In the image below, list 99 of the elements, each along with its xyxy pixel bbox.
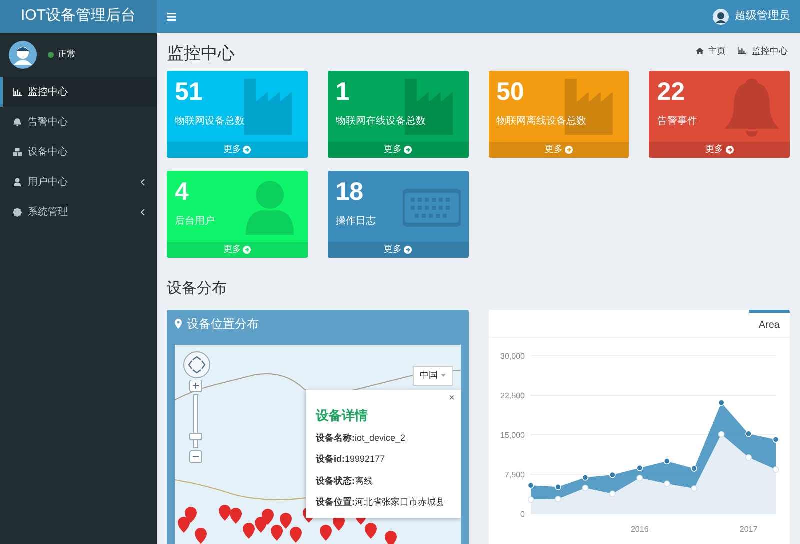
arrow-circle-icon [564, 146, 573, 154]
map-marker-icon[interactable] [365, 523, 377, 539]
stat-value: 22 [657, 80, 686, 105]
close-button[interactable]: × [449, 394, 455, 404]
user-name[interactable]: 超级管理员 [735, 8, 790, 25]
data-point [582, 485, 588, 492]
data-point [663, 458, 670, 465]
popup-title: 设备详情 [316, 407, 369, 425]
app-logo[interactable]: IOT设备管理后台 [0, 0, 157, 33]
sidebar-item[interactable]: 设备中心 [0, 137, 157, 167]
data-point [690, 466, 698, 472]
map-marker-icon[interactable] [219, 505, 231, 521]
arrow-circle-icon [404, 146, 412, 154]
bar-chart-icon [738, 47, 746, 56]
data-point [772, 466, 779, 473]
arrow-circle-icon [243, 146, 252, 154]
location-pin-icon [175, 318, 182, 328]
y-tick-label: 7,500 [504, 470, 524, 480]
stat-label: 物联网在线设备总数 [336, 114, 427, 129]
map-marker-icon[interactable] [290, 527, 302, 543]
data-point [745, 454, 752, 461]
data-point [527, 496, 534, 503]
caret-icon [441, 374, 446, 378]
map-marker-icon[interactable] [271, 525, 283, 541]
cubes-icon [13, 148, 22, 156]
stat-value: 18 [336, 180, 365, 205]
panel-title: 设备位置分布 [187, 316, 259, 332]
map-marker-icon[interactable] [255, 517, 267, 533]
map-marker-icon[interactable] [243, 523, 255, 539]
y-tick-label: 0 [520, 510, 524, 519]
breadcrumb-link[interactable]: 监控中心 [752, 44, 788, 58]
popup-detail-line: 设备id:19992177 [316, 453, 386, 466]
popup-detail-line: 设备名称:iot_device_2 [316, 432, 407, 445]
y-tick-label: 22,500 [500, 392, 524, 400]
x-tick-label: 2017 [739, 525, 758, 534]
page-title: 监控中心 [167, 45, 235, 62]
stat-value: 4 [175, 180, 190, 205]
bell-icon [13, 118, 22, 126]
arrow-circle-icon [404, 246, 412, 254]
home-icon [696, 47, 704, 56]
map-marker-icon[interactable] [185, 507, 197, 523]
map-marker-icon[interactable] [280, 513, 292, 529]
data-point [554, 496, 561, 502]
gear-icon [13, 208, 22, 216]
section-title: 设备分布 [167, 279, 228, 299]
data-point [772, 436, 779, 443]
zoom-out-button[interactable] [190, 450, 202, 464]
data-point [718, 400, 724, 406]
map-marker-icon[interactable] [195, 528, 207, 544]
arrow-circle-icon [243, 246, 252, 254]
data-point [636, 464, 643, 472]
data-point [636, 474, 643, 482]
data-point [582, 474, 588, 481]
y-tick-label: 30,000 [500, 352, 524, 361]
arrow-circle-icon [726, 146, 734, 154]
data-point [527, 482, 534, 489]
user-status: 正常 [58, 48, 76, 62]
region-dropdown[interactable]: 中国 [413, 366, 453, 386]
sidebar-item[interactable]: 告警中心 [0, 107, 157, 137]
data-point [554, 484, 561, 490]
map-marker-icon[interactable] [178, 517, 190, 533]
map-marker-icon[interactable] [230, 508, 242, 524]
stat-value: 50 [496, 80, 526, 105]
data-point [690, 486, 698, 492]
zoom-thumb[interactable] [190, 433, 202, 440]
stat-value: 51 [175, 80, 204, 105]
stat-value: 1 [336, 80, 351, 105]
menu-icon[interactable] [167, 12, 176, 20]
y-tick-label: 15,000 [500, 431, 524, 440]
map-pan-control[interactable] [183, 351, 211, 379]
sidebar-item[interactable]: 监控中心 [0, 77, 157, 107]
more-link[interactable]: 更多 [649, 142, 790, 158]
sidebar-item[interactable]: 系统管理 [0, 197, 157, 227]
stat-label: 物联网离线设备总数 [496, 114, 588, 129]
data-point [718, 431, 724, 438]
data-point [745, 430, 752, 438]
popup-detail-line: 设备位置:河北省张家口市赤城县 [316, 496, 446, 509]
more-link[interactable]: 更多 [328, 142, 468, 158]
avatar-icon[interactable] [713, 8, 729, 24]
stat-label: 物联网设备总数 [175, 114, 246, 129]
x-tick-label: 2016 [630, 525, 648, 534]
zoom-in-button[interactable] [190, 380, 202, 392]
stat-label: 告警事件 [657, 114, 698, 129]
bell-icon [724, 77, 782, 137]
sidebar-item[interactable]: 用户中心 [0, 167, 157, 197]
data-point [608, 472, 616, 478]
map-marker-icon[interactable] [262, 509, 274, 525]
stat-label: 后台用户 [175, 214, 216, 229]
map-marker-icon[interactable] [385, 531, 397, 544]
popup-detail-line: 设备状态:离线 [316, 474, 374, 488]
bar-chart-icon [13, 88, 22, 96]
avatar-icon [9, 41, 37, 69]
map-marker-icon[interactable] [320, 525, 332, 541]
more-link[interactable]: 更多 [328, 242, 468, 258]
breadcrumb-link[interactable]: 主页 [708, 44, 726, 58]
stat-label: 操作日志 [336, 214, 377, 229]
data-point [608, 490, 616, 498]
data-point [663, 480, 670, 488]
user-icon [13, 178, 22, 186]
